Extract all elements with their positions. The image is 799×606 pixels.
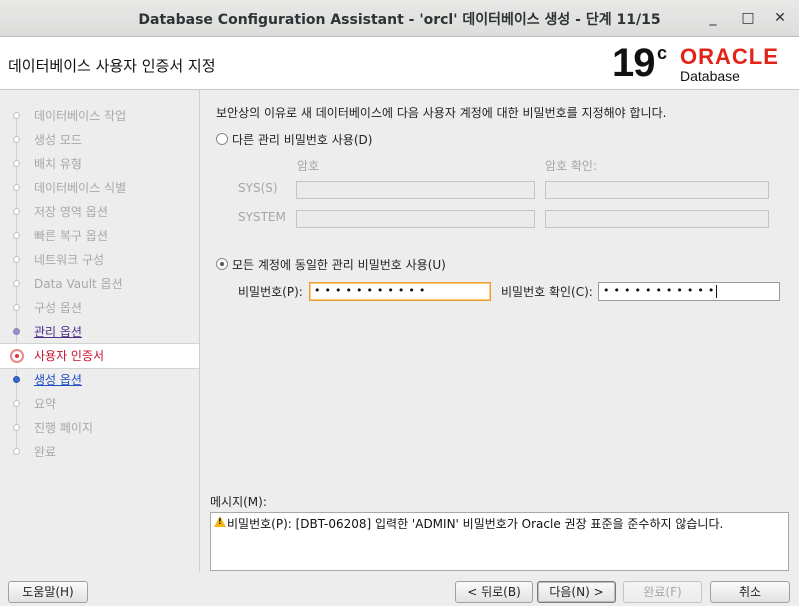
system-label: SYSTEM bbox=[238, 210, 286, 224]
confirm-password-label: 비밀번호 확인(C): bbox=[501, 285, 593, 299]
step-progress-page: 진행 페이지 bbox=[0, 416, 199, 440]
password-label: 비밀번호(P): bbox=[238, 285, 303, 299]
password-column-header: 암호 bbox=[297, 159, 320, 173]
close-icon[interactable]: ✕ bbox=[770, 8, 790, 28]
step-dot-icon bbox=[13, 112, 20, 119]
cancel-button[interactable]: 취소 bbox=[710, 581, 790, 603]
warning-icon bbox=[214, 516, 226, 527]
step-dot-icon bbox=[13, 376, 20, 383]
step-storage-option: 저장 영역 옵션 bbox=[0, 200, 199, 224]
step-database-identification: 데이터베이스 식별 bbox=[0, 176, 199, 200]
step-finish: 완료 bbox=[0, 440, 199, 464]
maximize-icon[interactable]: □ bbox=[738, 8, 758, 28]
step-dot-icon bbox=[13, 400, 20, 407]
step-dot-icon bbox=[13, 424, 20, 431]
step-dot-icon bbox=[13, 448, 20, 455]
page-title: 데이터베이스 사용자 인증서 지정 bbox=[8, 57, 216, 75]
sys-label: SYS(S) bbox=[238, 181, 278, 195]
window-title: Database Configuration Assistant - 'orcl… bbox=[138, 12, 661, 28]
messages-box[interactable]: 비밀번호(P): [DBT-06208] 입력한 'ADMIN' 비밀번호가 O… bbox=[210, 512, 789, 571]
step-dot-icon bbox=[13, 304, 20, 311]
current-step-icon bbox=[10, 349, 24, 363]
step-network-config: 네트워크 구성 bbox=[0, 248, 199, 272]
step-fast-recovery: 빠른 복구 옵션 bbox=[0, 224, 199, 248]
system-password-input bbox=[296, 210, 535, 228]
step-creation-mode: 생성 모드 bbox=[0, 128, 199, 152]
intro-text: 보안상의 이유로 새 데이터베이스에 다음 사용자 계정에 대한 비밀번호를 지… bbox=[216, 106, 667, 120]
step-dot-icon bbox=[13, 160, 20, 167]
text-caret bbox=[716, 284, 718, 298]
window-titlebar: Database Configuration Assistant - 'orcl… bbox=[0, 0, 799, 37]
step-user-credentials: 사용자 인증서 bbox=[0, 343, 199, 369]
logo-version-suffix: c bbox=[657, 43, 668, 63]
next-button[interactable]: 다음(N) > bbox=[537, 581, 616, 603]
password-input[interactable]: ••••••••••• bbox=[309, 282, 491, 301]
sys-confirm-input bbox=[545, 181, 769, 199]
steps-sidebar: 데이터베이스 작업 생성 모드 배치 유형 데이터베이스 식별 저장 영역 옵션… bbox=[0, 90, 200, 572]
step-dot-icon bbox=[13, 256, 20, 263]
step-summary: 요약 bbox=[0, 392, 199, 416]
help-button[interactable]: 도움말(H) bbox=[8, 581, 88, 603]
oracle-logo: ORACLE bbox=[680, 44, 779, 69]
step-dot-icon bbox=[13, 232, 20, 239]
confirm-password-input[interactable]: ••••••••••• bbox=[598, 282, 780, 301]
finish-button: 완료(F) bbox=[623, 581, 702, 603]
step-dot-icon bbox=[13, 208, 20, 215]
separate-password-radio[interactable] bbox=[216, 133, 228, 145]
sys-password-input bbox=[296, 181, 535, 199]
messages-label: 메시지(M): bbox=[210, 495, 267, 509]
logo-product: Database bbox=[680, 68, 740, 84]
same-password-label[interactable]: 모든 계정에 동일한 관리 비밀번호 사용(U) bbox=[232, 256, 446, 273]
step-creation-option[interactable]: 생성 옵션 bbox=[0, 368, 199, 392]
step-dot-icon bbox=[13, 328, 20, 335]
step-dot-icon bbox=[13, 280, 20, 287]
step-database-operation: 데이터베이스 작업 bbox=[0, 104, 199, 128]
step-dot-icon bbox=[13, 184, 20, 191]
step-management-options[interactable]: 관리 옵션 bbox=[0, 320, 199, 344]
back-button[interactable]: < 뒤로(B) bbox=[455, 581, 533, 603]
page-header: 데이터베이스 사용자 인증서 지정 19 c ORACLE Database bbox=[0, 37, 799, 90]
separate-password-label[interactable]: 다른 관리 비밀번호 사용(D) bbox=[232, 131, 372, 148]
step-data-vault: Data Vault 옵션 bbox=[0, 272, 199, 296]
logo-version: 19 bbox=[612, 41, 655, 85]
system-confirm-input bbox=[545, 210, 769, 228]
step-configuration-options: 구성 옵션 bbox=[0, 296, 199, 320]
message-text: 비밀번호(P): [DBT-06208] 입력한 'ADMIN' 비밀번호가 O… bbox=[227, 517, 724, 531]
step-deployment-type: 배치 유형 bbox=[0, 152, 199, 176]
minimize-icon[interactable]: _ bbox=[703, 8, 723, 28]
confirm-column-header: 암호 확인: bbox=[545, 159, 598, 173]
same-password-radio[interactable] bbox=[216, 258, 228, 270]
step-dot-icon bbox=[13, 136, 20, 143]
